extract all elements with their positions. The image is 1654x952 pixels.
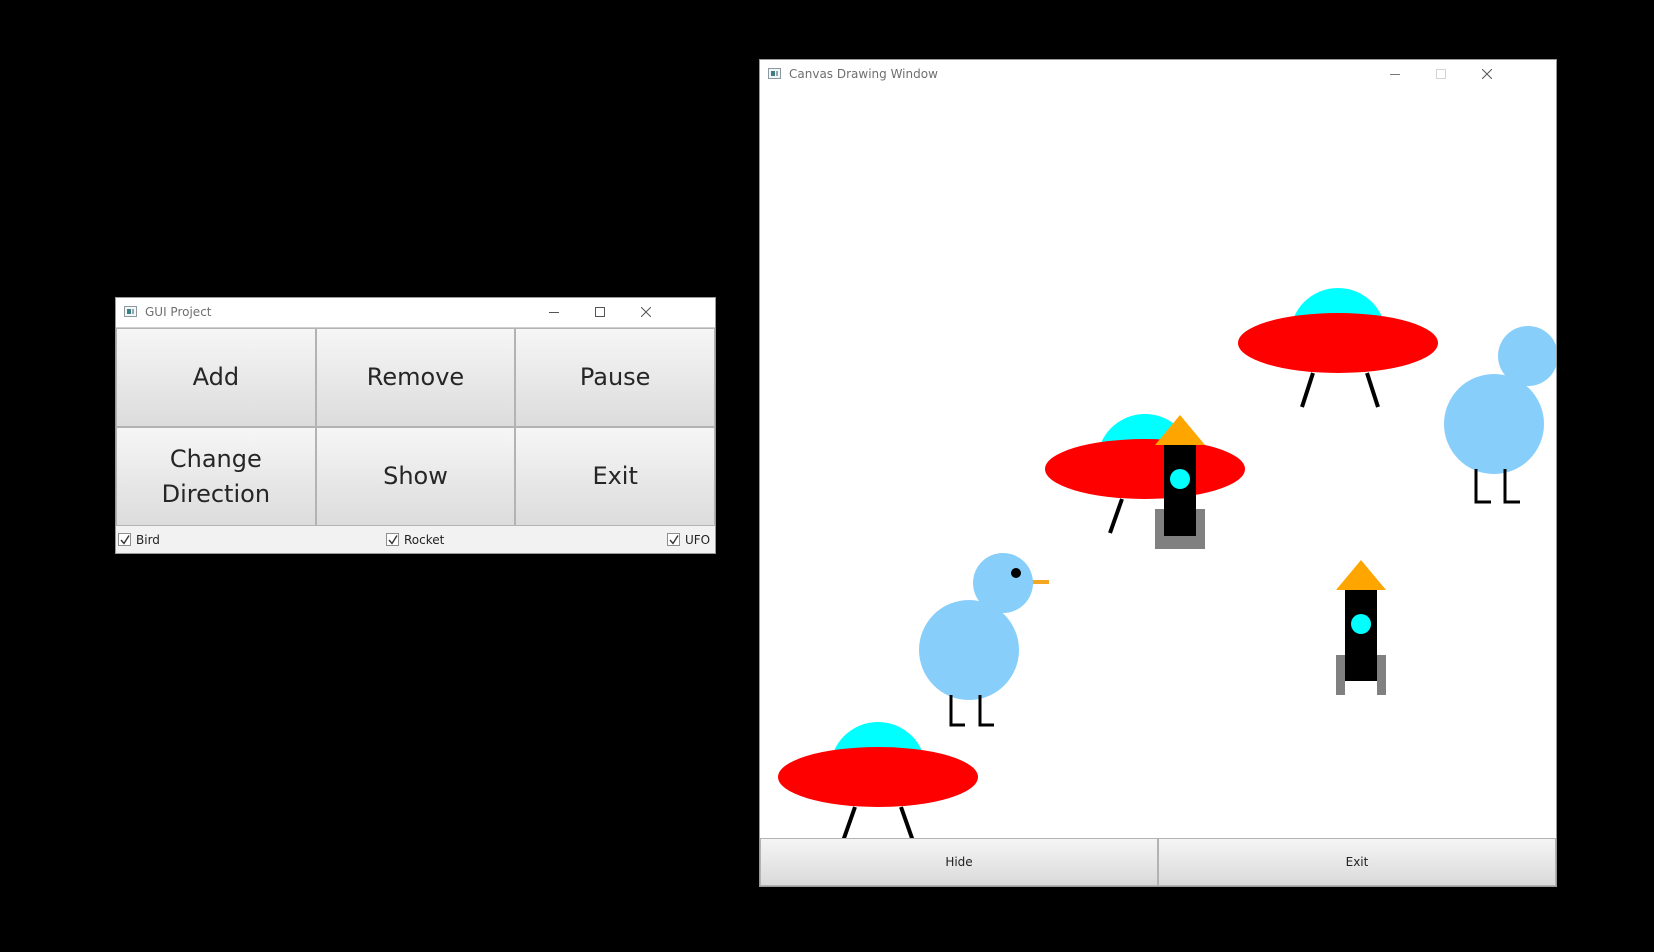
close-button[interactable] <box>623 298 669 327</box>
object-type-checkboxes: Bird Rocket UFO <box>116 526 715 553</box>
ufo-leg <box>899 806 915 838</box>
rocket-body <box>1345 590 1377 681</box>
change-direction-button[interactable]: Change Direction <box>116 427 316 526</box>
rocket-body <box>1164 445 1196 536</box>
ufo-body <box>1045 439 1245 499</box>
exit-button[interactable]: Exit <box>515 427 715 526</box>
remove-button[interactable]: Remove <box>315 328 516 427</box>
maximize-icon <box>1436 69 1446 79</box>
checkmark-icon <box>120 535 130 545</box>
maximize-icon <box>595 307 605 317</box>
close-button[interactable] <box>1464 60 1510 89</box>
ufo-body <box>1238 313 1438 373</box>
close-icon <box>641 307 651 317</box>
canvas-button-bar: Hide Exit <box>760 838 1556 886</box>
minimize-icon <box>1390 74 1400 75</box>
rocket-checkbox[interactable]: Rocket <box>386 532 444 547</box>
checkbox-box[interactable] <box>118 533 131 546</box>
maximize-button <box>1418 60 1464 89</box>
bird-body <box>919 600 1019 700</box>
ufo-leg <box>841 806 857 838</box>
ufo-sprite <box>1045 414 1245 534</box>
hide-button[interactable]: Hide <box>760 838 1158 886</box>
app-icon <box>768 68 781 79</box>
show-button[interactable]: Show <box>315 427 516 526</box>
bird-sprite <box>1444 326 1556 504</box>
bird-leg <box>1474 469 1491 504</box>
maximize-button[interactable] <box>577 298 623 327</box>
ufo-checkbox[interactable]: UFO <box>667 532 710 547</box>
minimize-button[interactable] <box>1372 60 1418 89</box>
app-icon <box>124 306 137 317</box>
ufo-sprite <box>778 722 978 838</box>
checkbox-label: Rocket <box>404 532 445 547</box>
rocket-fin <box>1377 655 1386 695</box>
title-bar: Canvas Drawing Window <box>760 60 1556 89</box>
minimize-button[interactable] <box>531 298 577 327</box>
add-button[interactable]: Add <box>116 328 316 427</box>
bird-checkbox[interactable]: Bird <box>118 532 160 547</box>
rocket-fin <box>1336 655 1345 695</box>
title-bar: GUI Project <box>116 298 715 328</box>
ufo-body <box>778 747 978 807</box>
canvas-drawing-window: Canvas Drawing Window Hide Exit <box>759 59 1557 887</box>
bird-body <box>1444 374 1544 474</box>
checkbox-label: Bird <box>136 532 160 547</box>
gui-project-window: GUI Project Add Remove Pause Change Dire… <box>115 297 716 554</box>
window-title: GUI Project <box>145 305 212 319</box>
ufo-leg <box>1300 372 1315 408</box>
rocket-sprite <box>1336 560 1386 695</box>
canvas-exit-button[interactable]: Exit <box>1158 838 1556 886</box>
control-button-grid: Add Remove Pause Change Direction Show E… <box>116 328 715 526</box>
rocket-fin <box>1196 509 1205 549</box>
bird-sprite <box>919 553 1049 727</box>
pause-button[interactable]: Pause <box>515 328 715 427</box>
rocket-nose <box>1336 560 1386 590</box>
canvas-scene <box>778 288 1556 838</box>
bird-leg <box>978 695 994 727</box>
close-icon <box>1482 69 1492 79</box>
checkbox-box[interactable] <box>667 533 680 546</box>
ufo-leg <box>1108 498 1124 534</box>
ufo-leg <box>1365 372 1380 408</box>
bird-eye <box>1011 568 1021 578</box>
checkmark-icon <box>669 535 679 545</box>
rocket-window <box>1170 469 1190 489</box>
window-title: Canvas Drawing Window <box>789 67 938 81</box>
rocket-fin <box>1155 509 1164 549</box>
checkbox-label: UFO <box>685 532 711 547</box>
minimize-icon <box>549 312 559 313</box>
ufo-sprite <box>1238 288 1438 408</box>
checkmark-icon <box>388 535 398 545</box>
rocket-window <box>1351 614 1371 634</box>
checkbox-box[interactable] <box>386 533 399 546</box>
bird-leg <box>1503 469 1520 504</box>
drawing-canvas[interactable] <box>760 89 1556 838</box>
